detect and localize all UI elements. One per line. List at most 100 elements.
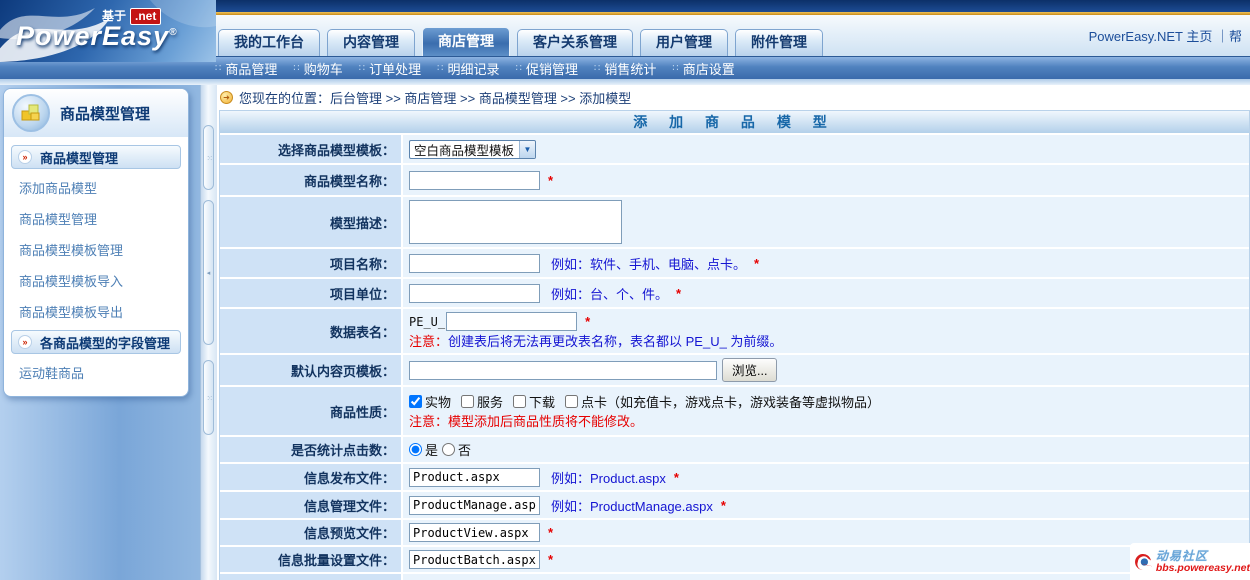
submenu-item-records[interactable]: ∷明细记录 (437, 59, 499, 78)
row-batch-file: 信息批量设置文件： * (220, 547, 1249, 574)
batch-file-input[interactable] (409, 550, 540, 569)
home-link-bar: PowerEasy.NET 主页 ｜帮 (1089, 26, 1242, 45)
row-default-template: 默认内容页模板： 浏览... (220, 355, 1249, 387)
required-mark: * (721, 498, 726, 513)
field-label: 模型描述： (220, 197, 403, 247)
nature-option-download[interactable]: 下载 (513, 392, 555, 411)
splitter-handle-top[interactable]: ⁙ (203, 125, 214, 190)
count-clicks-yes[interactable]: 是 (409, 440, 438, 459)
item-name-input[interactable] (409, 254, 540, 273)
count-clicks-no[interactable]: 否 (442, 440, 471, 459)
preview-file-input[interactable] (409, 523, 540, 542)
submenu-item-promotion[interactable]: ∷促销管理 (516, 59, 578, 78)
sidebar-group-product-model[interactable]: »商品模型管理 (11, 145, 181, 169)
logo-wordmark: PowerEasy® (16, 21, 177, 52)
submenu-item-cart[interactable]: ∷购物车 (293, 59, 342, 78)
registered-mark: ® (169, 27, 177, 38)
screen: PowerEasy.NET 主页 ｜帮 我的工作台 内容管理 商店管理 客户关系… (0, 0, 1250, 580)
table-prefix: PE_U_ (409, 315, 445, 329)
no-radio[interactable] (442, 443, 455, 456)
card-checkbox[interactable] (565, 395, 578, 408)
item-unit-input[interactable] (409, 284, 540, 303)
field-hint: 例如：软件、手机、电脑、点卡。 (551, 254, 746, 273)
tab-crm[interactable]: 客户关系管理 (517, 29, 633, 56)
row-preview-file: 信息预览文件： * (220, 520, 1249, 547)
sidebar-item-template-import[interactable]: 商品模型模板导入 (11, 265, 181, 296)
tab-my-workbench[interactable]: 我的工作台 (218, 29, 320, 56)
yes-radio[interactable] (409, 443, 422, 456)
add-model-form: 添 加 商 品 模 型 选择商品模型模板： 空白商品模型模板 ▼ 商品模型名称：… (219, 110, 1250, 580)
tab-shop-management[interactable]: 商店管理 (422, 27, 510, 56)
splitter-handle-bottom[interactable]: ⁙ (203, 360, 214, 435)
link-separator: ｜ (1216, 29, 1229, 44)
sidebar-item-template-export[interactable]: 商品模型模板导出 (11, 296, 181, 327)
breadcrumb-arrow-icon: ➜ (220, 91, 233, 104)
required-mark: * (548, 525, 553, 540)
sidebar-splitter[interactable]: ⁙ ◂ ⁙ (200, 85, 217, 580)
submenu-item-orders[interactable]: ∷订单处理 (359, 59, 421, 78)
submenu-item-shop-settings[interactable]: ∷商店设置 (672, 59, 734, 78)
splitter-collapse-handle[interactable]: ◂ (203, 200, 214, 345)
powereasy-home-link[interactable]: PowerEasy.NET 主页 (1089, 29, 1213, 44)
service-checkbox[interactable] (461, 395, 474, 408)
download-checkbox[interactable] (513, 395, 526, 408)
model-desc-textarea[interactable] (409, 200, 622, 244)
sidebar-item-add-model[interactable]: 添加商品模型 (11, 172, 181, 203)
table-name-input[interactable] (446, 312, 577, 331)
field-label-empty (220, 574, 403, 580)
sidebar-panel-header: 商品模型管理 (4, 89, 188, 137)
required-mark: * (585, 314, 590, 329)
field-label: 商品模型名称： (220, 165, 403, 195)
sidebar: 商品模型管理 »商品模型管理 添加商品模型 商品模型管理 商品模型模板管理 商品… (0, 85, 217, 580)
field-label: 默认内容页模板： (220, 355, 403, 385)
row-bottom-note: 注意： 上面四个自定义程序文件，不要轻易更改，如果需要自己定义内容发布页或管理页… (220, 574, 1249, 580)
row-count-clicks: 是否统计点击数： 是 否 (220, 437, 1249, 464)
model-name-input[interactable] (409, 171, 540, 190)
table-name-note: 创建表后将无法再更改表名称，表名都以 PE_U_ 为前缀。 (448, 331, 782, 350)
field-label: 信息预览文件： (220, 520, 403, 545)
sidebar-item-sport-shoes[interactable]: 运动鞋商品 (11, 357, 181, 388)
cubes-icon (12, 94, 50, 132)
field-label: 项目名称： (220, 249, 403, 277)
breadcrumb: ➜ 您现在的位置：后台管理 >> 商店管理 >> 商品模型管理 >> 添加模型 (217, 85, 1250, 110)
breadcrumb-text: 您现在的位置：后台管理 >> 商店管理 >> 商品模型管理 >> 添加模型 (239, 88, 631, 107)
note-label: 注意： (409, 331, 448, 350)
tab-content-management[interactable]: 内容管理 (327, 29, 415, 56)
default-template-input[interactable] (409, 361, 717, 380)
note-label: 注意： (409, 411, 448, 430)
nature-option-physical[interactable]: 实物 (409, 392, 451, 411)
tab-attachment-management[interactable]: 附件管理 (735, 29, 823, 56)
row-product-nature: 商品性质： 实物 服务 下载 点卡（如充值卡，游戏点卡，游戏装备等虚拟物品） 注… (220, 387, 1249, 437)
required-mark: * (676, 286, 681, 301)
group-arrow-icon: » (18, 335, 32, 349)
publish-file-input[interactable] (409, 468, 540, 487)
tab-user-management[interactable]: 用户管理 (640, 29, 728, 56)
row-model-desc: 模型描述： (220, 197, 1249, 249)
sidebar-item-template-management[interactable]: 商品模型模板管理 (11, 234, 181, 265)
browse-button[interactable]: 浏览... (722, 358, 777, 382)
field-label: 信息批量设置文件： (220, 547, 403, 572)
sidebar-menu: »商品模型管理 添加商品模型 商品模型管理 商品模型模板管理 商品模型模板导入 … (4, 137, 188, 396)
nature-option-service[interactable]: 服务 (461, 392, 503, 411)
submenu-item-sales-stats[interactable]: ∷销售统计 (594, 59, 656, 78)
sidebar-group-field-management[interactable]: »各商品模型的字段管理 (11, 330, 181, 354)
field-hint: 例如：Product.aspx (551, 468, 666, 487)
template-select[interactable]: 空白商品模型模板 ▼ (409, 140, 536, 159)
row-item-unit: 项目单位： 例如：台、个、件。 * (220, 279, 1249, 309)
main-tabs: 我的工作台 内容管理 商店管理 客户关系管理 用户管理 附件管理 (218, 28, 823, 56)
template-select-value: 空白商品模型模板 (410, 140, 519, 159)
form-title: 添 加 商 品 模 型 (633, 114, 835, 130)
submenu-item-product[interactable]: ∷商品管理 (215, 59, 277, 78)
field-label: 选择商品模型模板： (220, 135, 403, 163)
physical-checkbox[interactable] (409, 395, 422, 408)
chevron-down-icon[interactable]: ▼ (519, 141, 535, 158)
required-mark: * (548, 552, 553, 567)
main-content: ➜ 您现在的位置：后台管理 >> 商店管理 >> 商品模型管理 >> 添加模型 … (217, 85, 1250, 580)
required-mark: * (548, 173, 553, 188)
nature-option-card[interactable]: 点卡（如充值卡，游戏点卡，游戏装备等虚拟物品） (565, 392, 880, 411)
powereasy-swirl-icon (1132, 547, 1154, 577)
manage-file-input[interactable] (409, 496, 540, 515)
field-label: 数据表名： (220, 309, 403, 353)
sidebar-title: 商品模型管理 (60, 103, 150, 124)
sidebar-item-model-management[interactable]: 商品模型管理 (11, 203, 181, 234)
